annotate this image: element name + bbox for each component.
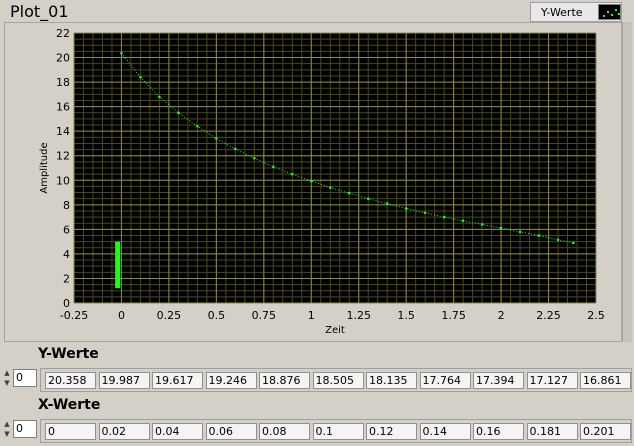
y-array-cell[interactable]: 19.246 — [205, 372, 257, 389]
index-spin-icon[interactable]: ▲ ▼ — [2, 419, 12, 441]
y-tick-label: 10 — [56, 174, 70, 187]
x-tick-label: 2.25 — [536, 309, 561, 322]
y-tick-label: 16 — [56, 101, 70, 114]
y-tick-label: 12 — [56, 150, 70, 163]
y-tick-label: 20 — [56, 52, 70, 65]
x-array-cell[interactable]: 0.14 — [419, 423, 471, 440]
y-tick-label: 4 — [63, 248, 70, 261]
x-array-cell[interactable]: 0.12 — [366, 423, 417, 440]
y-tick-label: 2 — [63, 272, 70, 285]
y-axis-title: Amplitude — [39, 142, 50, 193]
y-tick-label: 0 — [63, 297, 70, 310]
y-array-cell[interactable]: 20.358 — [45, 372, 96, 389]
y-array-index[interactable]: ▲ ▼ 0 — [2, 368, 38, 390]
x-array-cell[interactable]: 0.16 — [473, 423, 524, 440]
y-array-cell[interactable]: 17.764 — [419, 372, 471, 389]
x-tick-label: 2 — [498, 309, 505, 322]
y-array-cell[interactable]: 17.127 — [526, 372, 578, 389]
x-array-cell[interactable]: 0.08 — [259, 423, 310, 440]
y-array-cell[interactable]: 17.394 — [473, 372, 524, 389]
y-tick-label: 22 — [56, 27, 70, 40]
graph-panel: -0.25 0 0.25 0.5 0.75 1 1.25 1.5 1.75 2 2.25 2.5 0 2 4… — [4, 22, 622, 342]
x-array-cell[interactable]: 0.04 — [152, 423, 203, 440]
x-array-cell[interactable]: 0.02 — [98, 423, 150, 440]
x-array-label: X-Werte — [38, 397, 101, 413]
x-array-cell[interactable]: 0.1 — [312, 423, 364, 440]
x-tick-label: 0 — [118, 309, 125, 322]
x-tick-label: 0.25 — [157, 309, 182, 322]
y-tick-label: 6 — [63, 223, 70, 236]
y-array-frame: 20.358 19.987 19.617 19.246 18.876 18.505 18.1… — [40, 368, 632, 392]
graph-scrollbar[interactable] — [622, 22, 632, 342]
x-array-index[interactable]: ▲ ▼ 0 — [2, 419, 38, 441]
x-tick-label: 1.75 — [441, 309, 466, 322]
y-array-cell[interactable]: 19.617 — [152, 372, 203, 389]
y-tick-label: 14 — [56, 125, 70, 138]
x-tick-label: 2.5 — [587, 309, 605, 322]
x-array-cell[interactable]: 0.181 — [526, 423, 578, 440]
data-point — [196, 124, 199, 128]
y-array-label: Y-Werte — [38, 346, 99, 362]
x-array-cell[interactable]: 0.06 — [205, 423, 257, 440]
x-index-field[interactable]: 0 — [13, 420, 37, 438]
y-index-field[interactable]: 0 — [13, 369, 37, 387]
y-tick-label: 8 — [63, 199, 70, 212]
x-tick-label: 1.25 — [346, 309, 371, 322]
x-axis-title: Zeit — [325, 325, 345, 336]
x-tick-label: 0.5 — [208, 309, 226, 322]
x-array-cell[interactable]: 0.201 — [580, 423, 631, 440]
legend-label: Y-Werte — [541, 5, 583, 19]
x-tick-label: 1 — [308, 309, 315, 322]
y-array-cell[interactable]: 18.135 — [366, 372, 417, 389]
y-array-cell[interactable]: 19.987 — [98, 372, 150, 389]
x-tick-label: -0.25 — [60, 309, 88, 322]
plot-legend[interactable]: Y-Werte — [530, 2, 622, 22]
y-array-cell[interactable]: 18.876 — [259, 372, 310, 389]
graph-title: Plot_01 — [10, 2, 69, 21]
index-spin-icon[interactable]: ▲ ▼ — [2, 368, 12, 390]
y-tick-label: 18 — [56, 76, 70, 89]
x-tick-label: 0.75 — [252, 309, 277, 322]
y-array-cell[interactable]: 16.861 — [580, 372, 631, 389]
x-array-cell[interactable]: 0 — [45, 423, 96, 440]
green-point-plot-icon[interactable] — [597, 4, 621, 20]
x-tick-label: 1.5 — [397, 309, 415, 322]
waveform-chart[interactable]: -0.25 0 0.25 0.5 0.75 1 1.25 1.5 1.75 2 2.25 2.5024… — [5, 23, 621, 341]
x-array-frame: 0 0.02 0.04 0.06 0.08 0.1 0.12 0.14 0.16 0.181 0.2… — [40, 419, 632, 443]
y-array-cell[interactable]: 18.505 — [312, 372, 364, 389]
